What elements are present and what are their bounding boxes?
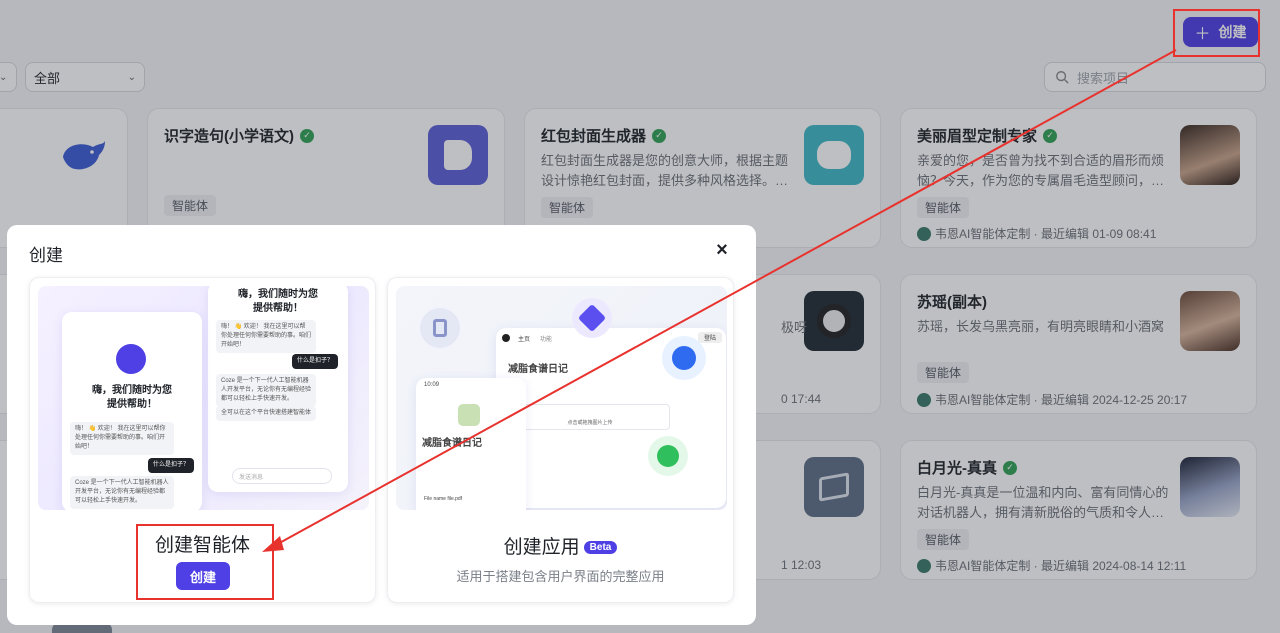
mock-tab: 主页 <box>518 337 531 343</box>
mock-tab: 功能 <box>540 337 553 343</box>
bot-avatar-icon <box>116 344 146 374</box>
mock-greeting: 嗨，我们随时为您 提供帮助！ <box>238 289 318 314</box>
create-modal: 创建 × 嗨，我们随时为您 提供帮助！ 嗨！ 👋 欢迎！ 我在这里可以帮你处理任… <box>7 225 756 625</box>
chat-mock-screen: 嗨，我们随时为您 提供帮助！ 嗨！ 👋 欢迎！ 我在这里可以帮你处理任何你需要帮… <box>208 286 348 492</box>
mock-bubble: 什么是扣子？ <box>148 458 195 473</box>
beta-badge: Beta <box>583 541 618 554</box>
mock-bubble: 全可以在这个平台快速搭建智能体 <box>216 406 316 421</box>
mock-bubble: Coze 是一个下一代人工智能机器人开发平台，无论你有无编程经验都可以轻松上手快… <box>216 374 316 407</box>
app-mobile-mock: 10:09 减脂食谱日记 File name file.pdf <box>416 378 526 510</box>
mock-bubble: 嗨！ 👋 欢迎！ 我在这里可以帮你处理任何你需要帮助的事。咱们开始吧！ <box>70 422 174 455</box>
mock-app-title: 减脂食谱日记 <box>422 438 482 449</box>
mock-bubble: 什么是扣子？ <box>292 354 339 369</box>
share-nodes-icon <box>648 436 688 476</box>
food-image <box>458 404 480 426</box>
mock-bubble: 嗨！ 👋 欢迎！ 我在这里可以帮你处理任何你需要帮助的事。咱们开始吧！ <box>216 320 316 353</box>
create-app-label-text: 创建应用 <box>503 537 580 558</box>
agent-preview-image: 嗨，我们随时为您 提供帮助！ 嗨！ 👋 欢迎！ 我在这里可以帮你处理任何你需要帮… <box>38 286 369 510</box>
create-app-option[interactable]: 主页 功能 登陆 减脂食谱日记 点击或拖拽图片上传 10:09 减脂食谱日记 F… <box>387 277 734 603</box>
form-icon <box>420 308 460 348</box>
palette-icon <box>662 336 706 380</box>
chat-mock-screen: 嗨，我们随时为您 提供帮助！ 嗨！ 👋 欢迎！ 我在这里可以帮你处理任何你需要帮… <box>62 312 202 510</box>
annotation-box-create-agent <box>136 524 274 600</box>
mock-logout: 登陆 <box>697 332 722 343</box>
create-app-subtitle: 适用于搭建包含用户界面的完整应用 <box>456 569 665 584</box>
create-app-label: 创建应用 Beta <box>388 532 733 559</box>
cube-icon <box>572 298 612 338</box>
modal-title: 创建 <box>29 246 63 265</box>
mock-upload: 点击或拖拽图片上传 <box>510 404 670 430</box>
app-preview-image: 主页 功能 登陆 减脂食谱日记 点击或拖拽图片上传 10:09 减脂食谱日记 F… <box>396 286 727 510</box>
mock-input: 发送消息 <box>232 468 332 484</box>
app-logo-icon <box>502 334 510 342</box>
mock-app-title: 减脂食谱日记 <box>508 364 568 375</box>
annotation-box-top-create <box>1173 9 1260 57</box>
mock-file: File name file.pdf <box>424 496 463 502</box>
mock-greeting: 嗨，我们随时为您 提供帮助！ <box>92 385 172 410</box>
mock-bubble: Coze 是一个下一代人工智能机器人开发平台，无论你有无编程经验都可以轻松上手快… <box>70 476 174 509</box>
mock-time: 10:09 <box>424 382 440 388</box>
close-icon[interactable]: × <box>713 240 731 260</box>
